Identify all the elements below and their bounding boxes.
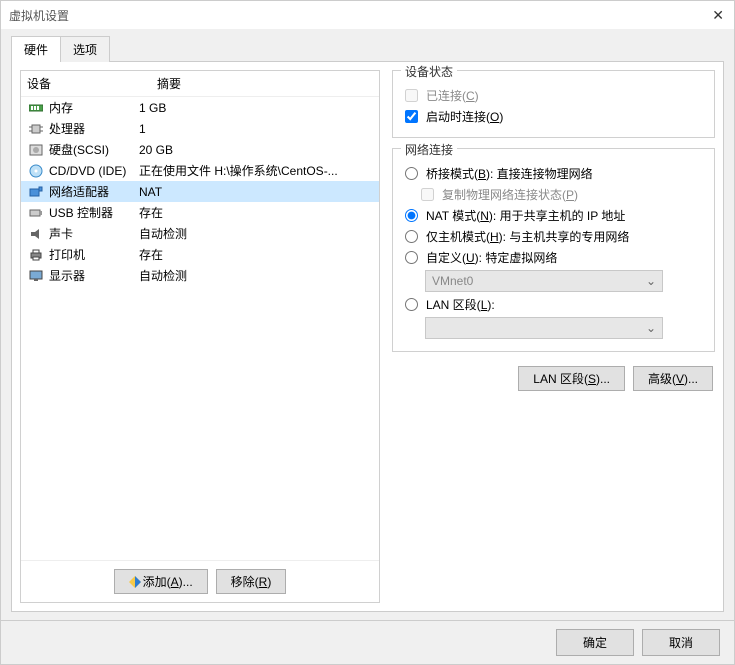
hostonly-label: 仅主机模式(H): 与主机共享的专用网络 (426, 228, 629, 245)
window-title: 虚拟机设置 (9, 7, 69, 24)
cpu-icon (27, 122, 45, 136)
hw-name: 显示器 (49, 267, 85, 284)
hw-row-cpu[interactable]: 处理器 1 (21, 118, 379, 139)
replicate-label: 复制物理网络连接状态(P) (442, 186, 578, 203)
printer-icon (27, 248, 45, 262)
network-connection-group: 网络连接 桥接模式(B): 直接连接物理网络 复制物理网络连接状态(P) NAT… (392, 148, 715, 352)
remove-button[interactable]: 移除(R) (216, 569, 287, 594)
advanced-button[interactable]: 高级(V)... (633, 366, 713, 391)
chevron-down-icon: ⌄ (646, 321, 656, 335)
custom-network-value: VMnet0 (432, 274, 473, 288)
hw-name: 内存 (49, 99, 73, 116)
hw-row-cd[interactable]: CD/DVD (IDE) 正在使用文件 H:\操作系统\CentOS-... (21, 160, 379, 181)
col-summary: 摘要 (157, 75, 373, 92)
tabs: 硬件 选项 (11, 35, 724, 62)
hw-summary: 自动检测 (139, 267, 373, 284)
custom-radio[interactable] (405, 251, 418, 264)
lan-label: LAN 区段(L): (426, 296, 495, 313)
hw-name: USB 控制器 (49, 204, 113, 221)
hw-row-usb[interactable]: USB 控制器 存在 (21, 202, 379, 223)
hw-summary: 1 GB (139, 101, 373, 115)
hw-row-hdd[interactable]: 硬盘(SCSI) 20 GB (21, 139, 379, 160)
add-button-label: 添加(A)... (143, 575, 193, 589)
col-device: 设备 (27, 75, 157, 92)
lan-radio[interactable] (405, 298, 418, 311)
hdd-icon (27, 143, 45, 157)
nat-radio[interactable] (405, 209, 418, 222)
hw-summary: 自动检测 (139, 225, 373, 242)
hw-name: 声卡 (49, 225, 73, 242)
hw-name: 打印机 (49, 246, 85, 263)
tab-options[interactable]: 选项 (60, 36, 110, 62)
hw-summary: 20 GB (139, 143, 373, 157)
cancel-button[interactable]: 取消 (642, 629, 720, 656)
hw-row-display[interactable]: 显示器 自动检测 (21, 265, 379, 286)
hw-summary: 存在 (139, 246, 373, 263)
hostonly-radio[interactable] (405, 230, 418, 243)
usb-icon (27, 206, 45, 220)
hw-name: 处理器 (49, 120, 85, 137)
hw-name: 硬盘(SCSI) (49, 141, 109, 158)
hw-row-printer[interactable]: 打印机 存在 (21, 244, 379, 265)
hw-summary: 1 (139, 122, 373, 136)
hw-name: CD/DVD (IDE) (49, 164, 126, 178)
hw-row-sound[interactable]: 声卡 自动检测 (21, 223, 379, 244)
hardware-panel: 设备 摘要 内存 1 GB 处理器 1 硬盘(SCSI) 20 GB (20, 70, 380, 603)
connect-on-power-checkbox[interactable] (405, 110, 418, 123)
device-status-legend: 设备状态 (401, 63, 457, 80)
sound-icon (27, 227, 45, 241)
network-icon (27, 185, 45, 199)
custom-label: 自定义(U): 特定虚拟网络 (426, 249, 557, 266)
nat-label: NAT 模式(N): 用于共享主机的 IP 地址 (426, 207, 625, 224)
cd-icon (27, 164, 45, 178)
close-icon[interactable]: ✕ (712, 7, 724, 24)
hw-summary: 存在 (139, 204, 373, 221)
bridged-label: 桥接模式(B): 直接连接物理网络 (426, 165, 593, 182)
hw-summary: NAT (139, 185, 373, 199)
bridged-radio[interactable] (405, 167, 418, 180)
hw-summary: 正在使用文件 H:\操作系统\CentOS-... (139, 162, 373, 179)
chevron-down-icon: ⌄ (646, 274, 656, 288)
custom-network-select: VMnet0 ⌄ (425, 270, 663, 292)
memory-icon (27, 101, 45, 115)
connected-label: 已连接(C) (426, 87, 479, 104)
tab-hardware[interactable]: 硬件 (11, 36, 61, 62)
hw-row-network[interactable]: 网络适配器 NAT (21, 181, 379, 202)
lan-segment-select: ⌄ (425, 317, 663, 339)
network-legend: 网络连接 (401, 141, 457, 158)
replicate-checkbox (421, 188, 434, 201)
display-icon (27, 269, 45, 283)
hw-row-memory[interactable]: 内存 1 GB (21, 97, 379, 118)
hw-name: 网络适配器 (49, 183, 109, 200)
add-button[interactable]: 添加(A)... (114, 569, 208, 594)
connected-checkbox (405, 89, 418, 102)
device-status-group: 设备状态 已连接(C) 启动时连接(O) (392, 70, 715, 138)
ok-button[interactable]: 确定 (556, 629, 634, 656)
lan-segments-button[interactable]: LAN 区段(S)... (518, 366, 625, 391)
connect-on-power-label: 启动时连接(O) (426, 108, 503, 125)
